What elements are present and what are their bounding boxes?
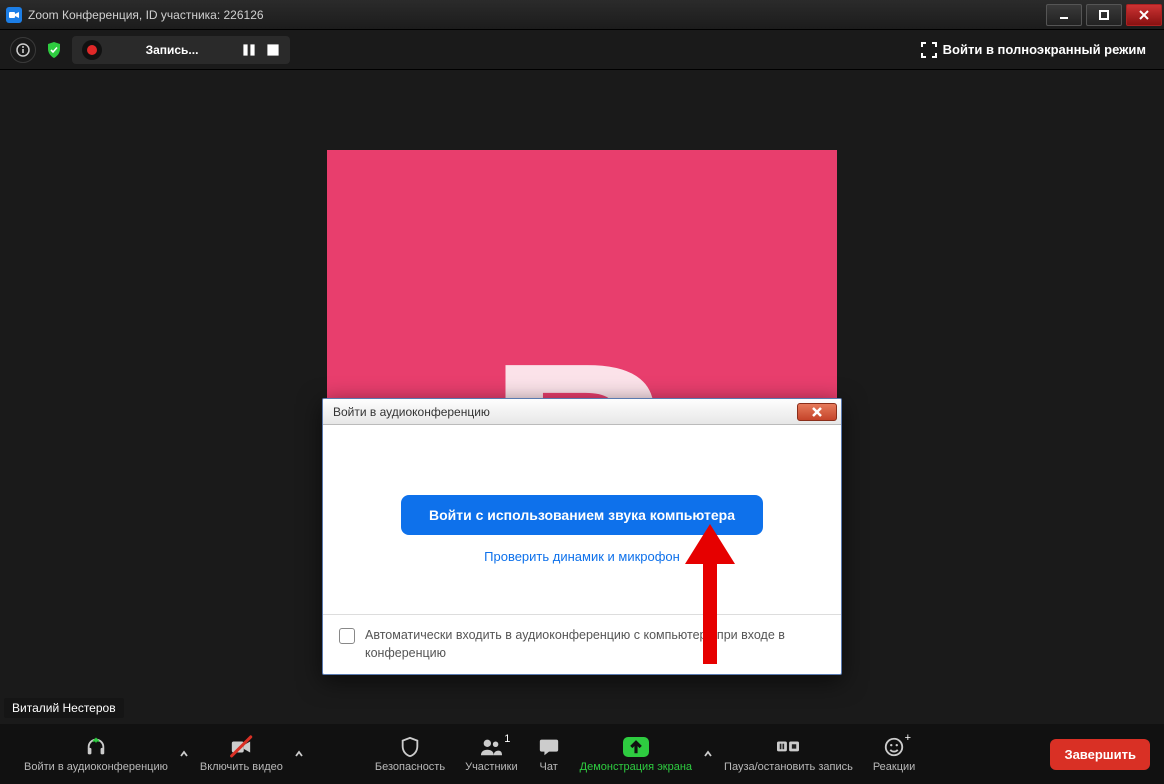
chat-label: Чат [540,761,558,773]
dialog-body: Войти с использованием звука компьютера … [323,425,841,614]
participant-name-tag: Виталий Нестеров [4,698,124,718]
zoom-app-icon [6,7,22,23]
chat-button[interactable]: Чат [528,724,570,784]
video-menu-caret-icon[interactable] [293,748,305,760]
close-button[interactable] [1126,4,1162,26]
meeting-controls: Войти в аудиоконференцию Включить видео … [0,724,1164,784]
shield-icon [399,736,421,758]
join-audio-label: Войти в аудиоконференцию [24,761,168,773]
start-video-label: Включить видео [200,761,283,773]
info-icon[interactable] [10,37,36,63]
record-button[interactable]: Пауза/остановить запись [714,724,863,784]
zoom-window: Zoom Конференция, ID участника: 226126 З… [0,0,1164,784]
pause-recording-icon[interactable] [242,43,256,57]
window-title: Zoom Конференция, ID участника: 226126 [28,8,264,22]
start-video-button[interactable]: Включить видео [190,724,293,784]
record-label: Пауза/остановить запись [724,761,853,773]
fullscreen-label: Войти в полноэкранный режим [943,42,1146,57]
minimize-button[interactable] [1046,4,1082,26]
stop-recording-icon[interactable] [266,43,280,57]
share-screen-icon [623,736,649,758]
participants-icon: 1 [480,736,502,758]
dialog-titlebar: Войти в аудиоконференцию [323,399,841,425]
fullscreen-icon [921,42,937,58]
titlebar: Zoom Конференция, ID участника: 226126 [0,0,1164,30]
reactions-icon: + [883,736,905,758]
reactions-button[interactable]: + Реакции [863,724,926,784]
pause-stop-icon [777,736,799,758]
participants-count: 1 [504,733,510,745]
share-menu-caret-icon[interactable] [702,748,714,760]
recording-bar: Запись... [72,36,290,64]
dialog-title: Войти в аудиоконференцию [333,405,490,419]
test-audio-link[interactable]: Проверить динамик и микрофон [363,549,801,564]
encryption-shield-icon[interactable] [44,40,64,60]
auto-join-checkbox[interactable] [339,628,355,644]
maximize-button[interactable] [1086,4,1122,26]
share-screen-button[interactable]: Демонстрация экрана [570,724,702,784]
share-screen-label: Демонстрация экрана [580,761,692,773]
audio-menu-caret-icon[interactable] [178,748,190,760]
participants-label: Участники [465,761,518,773]
plus-badge-icon: + [905,732,911,744]
security-button[interactable]: Безопасность [365,724,455,784]
record-indicator-icon [82,40,102,60]
top-toolbar: Запись... Войти в полноэкранный режим [0,30,1164,70]
reactions-label: Реакции [873,761,916,773]
chat-icon [538,736,560,758]
dialog-footer: Автоматически входить в аудиоконференцию… [323,614,841,674]
video-area: В Войти в аудиоконференцию Войти с испол… [0,70,1164,724]
fullscreen-button[interactable]: Войти в полноэкранный режим [913,38,1154,62]
security-label: Безопасность [375,761,445,773]
dialog-close-button[interactable] [797,403,837,421]
video-off-icon [230,736,252,758]
auto-join-label: Автоматически входить в аудиоконференцию… [365,627,825,662]
end-meeting-button[interactable]: Завершить [1050,739,1150,770]
join-audio-button[interactable]: Войти в аудиоконференцию [14,724,178,784]
recording-label: Запись... [112,43,232,57]
headphones-icon [85,736,107,758]
participants-button[interactable]: 1 Участники [455,724,528,784]
audio-join-dialog: Войти в аудиоконференцию Войти с использ… [322,398,842,675]
join-computer-audio-button[interactable]: Войти с использованием звука компьютера [401,495,763,535]
